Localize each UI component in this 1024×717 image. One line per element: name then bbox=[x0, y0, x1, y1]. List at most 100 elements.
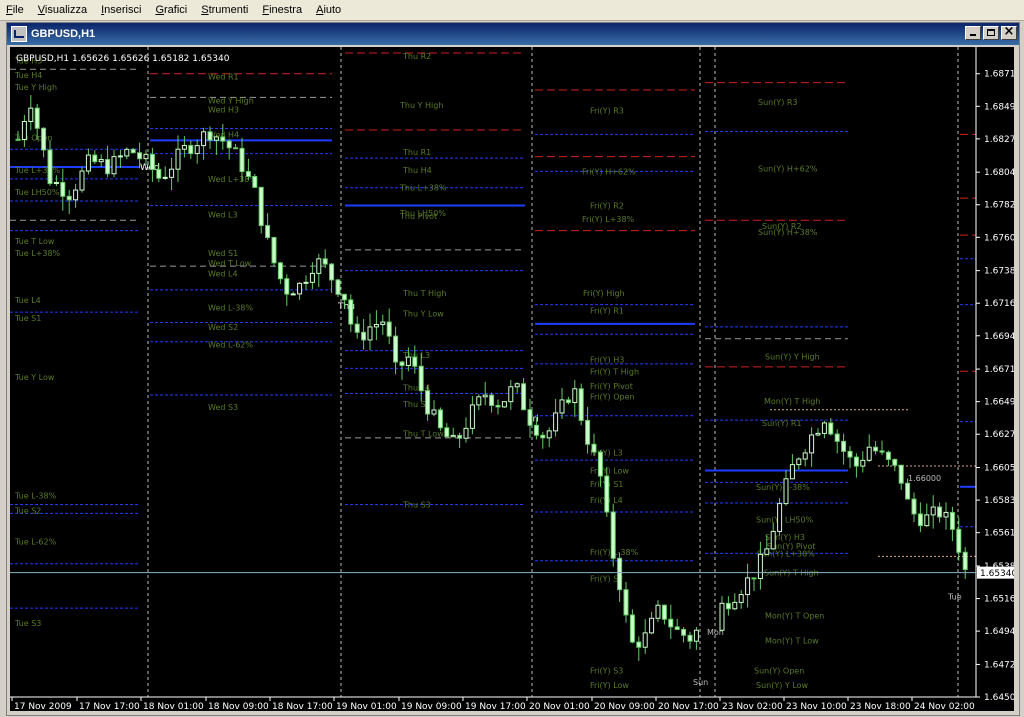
menu-strumenti[interactable]: Strumenti bbox=[195, 4, 256, 16]
candle-body bbox=[873, 446, 879, 452]
candle-body bbox=[482, 394, 488, 398]
price-tick-label: 1.66940 bbox=[984, 332, 1014, 342]
time-tick-label: 20 Nov 01:00 bbox=[529, 702, 590, 711]
candle-body bbox=[578, 388, 584, 421]
pivot-label: Thu R2 bbox=[402, 52, 431, 61]
pivot-label: Fri(Y) T High bbox=[590, 367, 639, 376]
chart-area[interactable]: Tue H3 Tue H4 Tue Y High Tue Open Tue L+38% T… bbox=[10, 47, 1021, 712]
pivot-label: Wed L3 bbox=[208, 210, 238, 219]
candle-body bbox=[444, 427, 450, 438]
candle-body bbox=[341, 293, 347, 301]
candle-body bbox=[821, 422, 827, 434]
candle-body bbox=[489, 394, 495, 406]
candle-body bbox=[15, 138, 21, 141]
pivot-label: Tue LH50% bbox=[14, 188, 60, 197]
pivot-label: Thu R1 bbox=[402, 148, 431, 157]
menu-file[interactable]: File bbox=[0, 4, 32, 16]
minimize-button[interactable] bbox=[965, 26, 981, 40]
pivot-label: Thu Pivot bbox=[399, 212, 437, 221]
candle-body bbox=[79, 170, 85, 191]
candle-body bbox=[828, 422, 834, 435]
candle-body bbox=[354, 323, 360, 333]
candle-body bbox=[47, 149, 53, 185]
candle-body bbox=[188, 145, 194, 155]
pivot-label: Tue Y Low bbox=[14, 373, 55, 382]
pivot-label: Fri(Y) R2 bbox=[590, 201, 624, 210]
pivot-label: Wed S1 bbox=[208, 249, 238, 258]
price-tick-label: 1.68490 bbox=[984, 102, 1014, 112]
pivot-label: Wed T Low bbox=[208, 259, 252, 268]
pivot-label: Mon(Y) T Low bbox=[765, 637, 819, 646]
candle-body bbox=[297, 282, 303, 295]
menu-inserisci[interactable]: Inserisci bbox=[95, 4, 149, 16]
price-tick-label: 1.64720 bbox=[984, 660, 1014, 670]
candle-body bbox=[681, 628, 687, 636]
time-tick-label: 17 Nov 2009 bbox=[14, 702, 72, 711]
candle-body bbox=[85, 154, 91, 172]
chart-window-icon[interactable] bbox=[11, 26, 27, 42]
price-tick-label: 1.67825 bbox=[984, 201, 1014, 211]
candle-body bbox=[661, 604, 667, 620]
candle-body bbox=[860, 459, 866, 467]
pivot-label: Tue L4 bbox=[14, 296, 41, 305]
candle-body bbox=[66, 195, 72, 201]
candle-body bbox=[463, 427, 469, 439]
candle-body bbox=[245, 171, 251, 177]
candle-body bbox=[60, 182, 66, 197]
menu-bar: File Visualizza Inserisci Grafici Strume… bbox=[0, 0, 1024, 21]
maximize-button[interactable] bbox=[983, 26, 999, 40]
candle-body bbox=[898, 464, 904, 484]
pivot-label: Fri(Y) R1 bbox=[590, 307, 624, 316]
candle-body bbox=[745, 577, 751, 596]
pivot-label: Sun(Y) H+62% bbox=[758, 164, 818, 173]
candle-body bbox=[405, 356, 411, 366]
candle-body bbox=[565, 399, 571, 404]
price-tick-label: 1.66715 bbox=[984, 365, 1014, 375]
candle-body bbox=[265, 225, 271, 239]
pivot-label: Tue Open bbox=[14, 133, 53, 142]
candle-body bbox=[885, 451, 891, 460]
menu-visualizza[interactable]: Visualizza bbox=[32, 4, 95, 16]
pivot-label: Sun(Y) R3 bbox=[758, 98, 798, 107]
pivot-label: Tue Y High bbox=[14, 83, 57, 92]
pivot-label: Thu S3 bbox=[402, 501, 431, 510]
candle-body bbox=[815, 432, 821, 436]
candle-body bbox=[53, 182, 59, 185]
close-button[interactable] bbox=[1001, 24, 1017, 40]
price-chart-svg[interactable]: Tue H3Tue H4Tue Y HighTue OpenTue L+38%T… bbox=[10, 47, 1021, 712]
candle-body bbox=[373, 323, 379, 328]
pivot-label: Wed S3 bbox=[208, 403, 238, 412]
candle-body bbox=[533, 424, 539, 436]
pivot-label: 1.66000 bbox=[908, 474, 941, 483]
candle-body bbox=[687, 634, 693, 642]
candle-body bbox=[636, 641, 642, 648]
candle-body bbox=[866, 446, 872, 461]
pivot-label: Thu H4 bbox=[402, 166, 432, 175]
candle-body bbox=[514, 383, 520, 388]
candle-body bbox=[905, 482, 911, 500]
candle-body bbox=[796, 458, 802, 466]
candle-body bbox=[476, 396, 482, 406]
pivot-label: Sun(Y) LH50% bbox=[756, 515, 814, 524]
menu-aiuto[interactable]: Aiuto bbox=[310, 4, 349, 16]
pivot-label: Sun(Y) Y High bbox=[765, 352, 820, 361]
candle-body bbox=[418, 365, 424, 392]
menu-grafici[interactable]: Grafici bbox=[149, 4, 195, 16]
menu-finestra[interactable]: Finestra bbox=[256, 4, 310, 16]
price-tick-label: 1.66050 bbox=[984, 464, 1014, 474]
candle-body bbox=[809, 434, 815, 454]
pivot-label: Wed Y High bbox=[208, 96, 254, 105]
candle-body bbox=[437, 409, 443, 429]
grid-layer bbox=[147, 47, 959, 697]
candle-body bbox=[725, 602, 731, 610]
candle-body bbox=[450, 434, 456, 438]
pivot-label: Tue L-38% bbox=[14, 492, 57, 501]
candle-body bbox=[380, 321, 386, 325]
pivot-label: Tue L+38% bbox=[14, 249, 61, 258]
pivot-label: Fri(Y) R3 bbox=[590, 107, 624, 116]
candle-body bbox=[181, 145, 187, 150]
window-titlebar[interactable]: GBPUSD,H1 bbox=[7, 23, 1019, 45]
price-tick-label: 1.67605 bbox=[984, 233, 1014, 243]
candle-body bbox=[508, 386, 514, 403]
candle-body bbox=[111, 156, 117, 175]
